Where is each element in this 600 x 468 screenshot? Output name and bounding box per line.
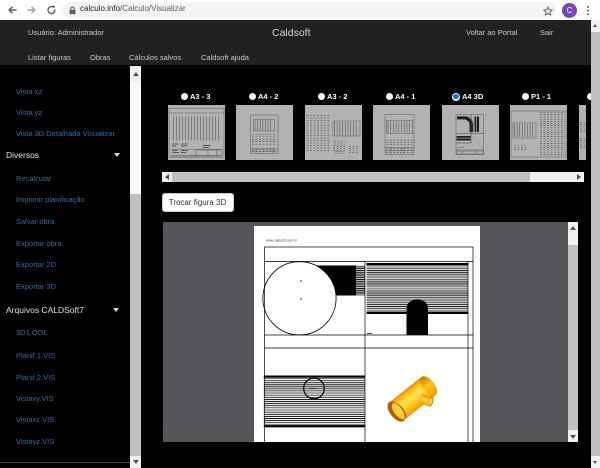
svg-text:www.caldsoft.com.br: www.caldsoft.com.br bbox=[266, 239, 298, 243]
